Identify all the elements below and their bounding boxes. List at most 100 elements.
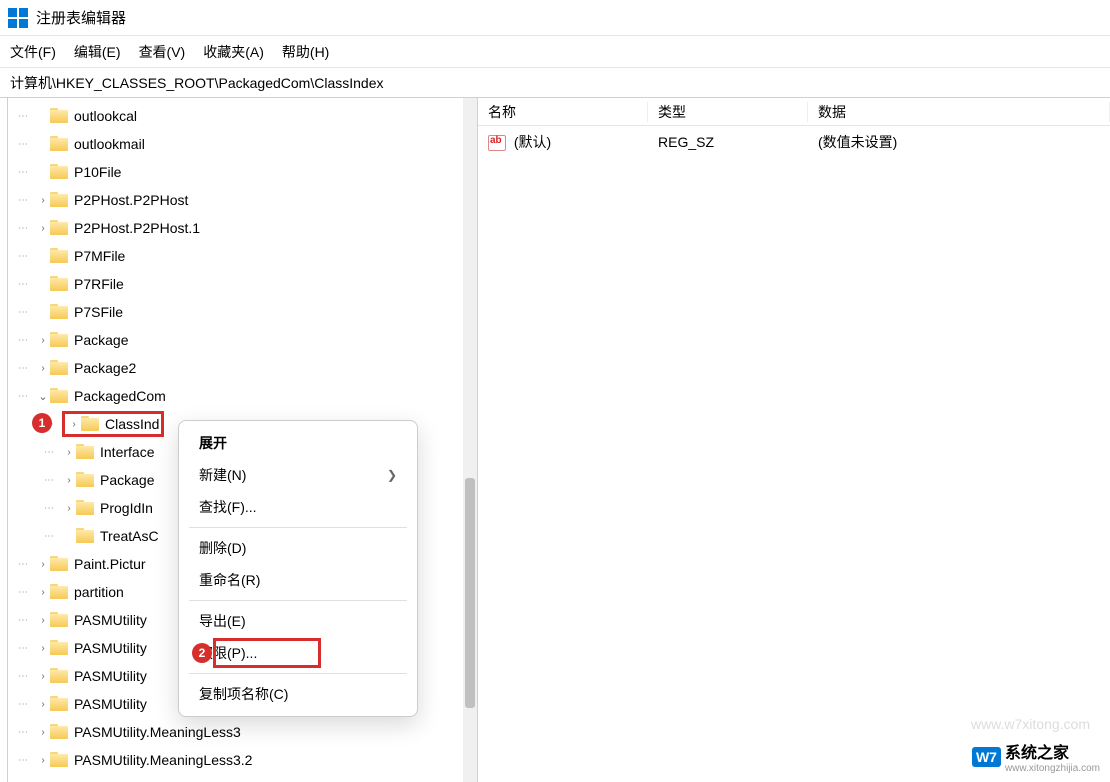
window-title: 注册表编辑器 [36,7,126,28]
folder-icon [50,640,70,656]
tree-item[interactable]: ⋯P7RFile [0,270,477,298]
chevron-right-icon[interactable]: › [36,615,50,626]
tree-connector: ⋯ [44,475,62,486]
folder-icon [76,500,96,516]
tree-item[interactable]: ⋯›P2PHost.P2PHost.1 [0,214,477,242]
tree-connector: ⋯ [44,447,62,458]
col-header-type[interactable]: 类型 [648,102,808,122]
folder-icon [50,360,70,376]
selected-tree-item[interactable]: ›ClassInd [62,411,164,437]
ctx-find[interactable]: 查找(F)... [183,491,413,523]
folder-icon [50,136,70,152]
ctx-separator [189,527,407,528]
tree-item-label: P2PHost.P2PHost [74,192,188,208]
tree-item[interactable]: ⋯›Package2 [0,354,477,382]
tree-item[interactable]: ⋯›P2PHost.P2PHost [0,186,477,214]
tree-item-label: Interface [100,444,154,460]
tree-connector: ⋯ [18,671,36,682]
menu-file[interactable]: 文件(F) [10,42,56,62]
cell-data: (数值未设置) [808,132,1110,152]
menu-favorites[interactable]: 收藏夹(A) [203,42,264,62]
watermark-url: www.w7xitong.com [971,716,1090,732]
folder-icon [50,388,70,404]
tree-item[interactable]: ⋯outlookmail [0,130,477,158]
address-bar[interactable]: 计算机\HKEY_CLASSES_ROOT\PackagedCom\ClassI… [0,68,1110,98]
tree-connector: ⋯ [18,139,36,150]
ctx-rename[interactable]: 重命名(R) [183,564,413,596]
ctx-copy-key-name[interactable]: 复制项名称(C) [183,678,413,710]
ctx-export[interactable]: 导出(E) [183,605,413,637]
ctx-separator [189,673,407,674]
tree-item-label: PASMUtility [74,668,147,684]
tree-connector: ⋯ [18,643,36,654]
chevron-down-icon[interactable]: ⌄ [36,390,50,403]
tree-item-label: PASMUtility [74,696,147,712]
tree-connector: ⋯ [18,111,36,122]
annotation-marker-1: 1 [32,413,52,433]
chevron-right-icon[interactable]: › [36,727,50,738]
tree-item-label: outlookcal [74,108,137,124]
tree-connector: ⋯ [18,167,36,178]
ctx-delete[interactable]: 删除(D) [183,532,413,564]
tree-connector: ⋯ [18,251,36,262]
scroll-thumb[interactable] [465,478,475,708]
chevron-right-icon[interactable]: › [36,335,50,346]
chevron-right-icon[interactable]: › [36,755,50,766]
folder-icon [50,696,70,712]
folder-icon [50,220,70,236]
chevron-right-icon[interactable]: › [67,419,81,430]
tree-item-label: PASMUtility [74,640,147,656]
tree-connector: ⋯ [18,391,36,402]
watermark-brand-text: 系统之家 [1005,739,1100,763]
tree-scrollbar[interactable] [463,98,477,782]
w7-logo-icon: W7 [972,747,1001,767]
menu-bar: 文件(F) 编辑(E) 查看(V) 收藏夹(A) 帮助(H) [0,36,1110,68]
tree-item[interactable]: ⋯ P10File [0,158,477,186]
list-row[interactable]: (默认) REG_SZ (数值未设置) [478,126,1110,152]
string-value-icon [488,135,506,151]
ctx-permissions[interactable]: 权限(P)... [183,637,413,669]
tree-item[interactable]: ⋯ outlookcal [0,102,477,130]
chevron-right-icon[interactable]: › [36,363,50,374]
chevron-right-icon[interactable]: › [36,559,50,570]
tree-item-label: P10File [74,164,121,180]
ctx-expand[interactable]: 展开 [183,427,413,459]
tree-connector: ⋯ [18,363,36,374]
tree-connector: ⋯ [18,307,36,318]
menu-view[interactable]: 查看(V) [139,42,186,62]
tree-item[interactable]: ⋯⌄PackagedCom [0,382,477,410]
col-header-data[interactable]: 数据 [808,102,1110,122]
cell-name: (默认) [478,132,648,152]
folder-icon [50,668,70,684]
tree-item-label: P7SFile [74,304,123,320]
chevron-right-icon: ❯ [387,468,397,482]
tree-item[interactable]: ⋯›Package [0,326,477,354]
chevron-right-icon[interactable]: › [36,223,50,234]
tree-item[interactable]: ⋯›PASMUtility.MeaningLess3 [0,718,477,746]
tree-item-label: PASMUtility.MeaningLess3 [74,724,241,740]
col-header-name[interactable]: 名称 [478,102,648,122]
folder-icon [50,584,70,600]
tree-item-label: PASMUtility.MeaningLess3.2 [74,752,252,768]
ctx-new[interactable]: 新建(N) ❯ [183,459,413,491]
chevron-right-icon[interactable]: › [62,447,76,458]
folder-icon [50,332,70,348]
tree-item-label: TreatAsC [100,528,159,544]
chevron-right-icon[interactable]: › [36,195,50,206]
chevron-right-icon[interactable]: › [36,643,50,654]
menu-edit[interactable]: 编辑(E) [74,42,121,62]
chevron-right-icon[interactable]: › [36,699,50,710]
chevron-right-icon[interactable]: › [36,587,50,598]
folder-icon [50,192,70,208]
tree-item[interactable]: ⋯ P7MFile [0,242,477,270]
menu-help[interactable]: 帮助(H) [282,42,329,62]
tree-item[interactable]: ⋯ P7SFile [0,298,477,326]
tree-border [0,98,8,782]
tree-item[interactable]: ⋯›PASMUtility.MeaningLess3.2 [0,746,477,774]
chevron-right-icon[interactable]: › [62,475,76,486]
folder-icon [76,472,96,488]
chevron-right-icon[interactable]: › [36,671,50,682]
chevron-right-icon[interactable]: › [62,503,76,514]
tree-item-label: PASMUtility [74,612,147,628]
tree-item-label: P7MFile [74,248,125,264]
